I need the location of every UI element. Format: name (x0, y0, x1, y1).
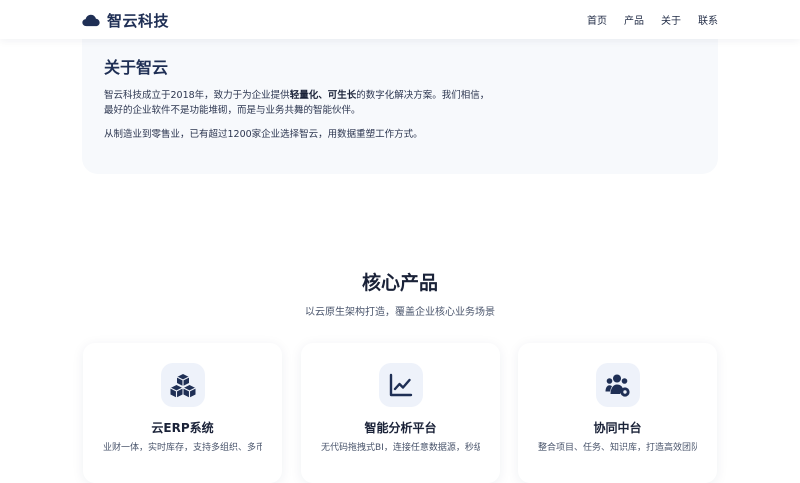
product-card-desc: 无代码拖拽式BI，连接任意数据源，秒级洞 (321, 443, 480, 453)
about-p1-part-a: 智云科技成立于2018年，致力于为企业提供 (104, 90, 290, 101)
nav-about[interactable]: 关于 (661, 12, 681, 27)
logo-text: 智云科技 (107, 11, 170, 30)
about-section: 关于智云 智云科技成立于2018年，致力于为企业提供轻量化、可生长的数字化解决方… (82, 30, 718, 174)
product-icon-wrap (596, 363, 640, 407)
nav-home[interactable]: 首页 (587, 12, 607, 27)
site-header: 智云科技 首页 产品 关于 联系 (0, 0, 800, 39)
users-gear-icon (605, 374, 630, 397)
cubes-icon (170, 374, 196, 398)
nav-contact[interactable]: 联系 (698, 12, 718, 27)
about-paragraph-2: 从制造业到零售业，已有超过1200家企业选择智云，用数据重塑工作方式。 (104, 129, 423, 140)
product-card-desc: 业财一体，实时库存，支持多组织、多币 (103, 443, 262, 453)
chart-line-icon (389, 373, 413, 397)
product-icon-wrap (161, 363, 205, 407)
about-p1-highlight: 轻量化、可生长 (289, 90, 357, 101)
main-nav: 首页 产品 关于 联系 (587, 12, 718, 27)
about-title: 关于智云 (104, 58, 169, 77)
product-card-desc: 整合项目、任务、知识库，打造高效团队协 (538, 443, 697, 453)
product-card-title: 智能分析平台 (364, 421, 437, 435)
product-card-title: 协同中台 (593, 421, 642, 435)
about-p1-part-c: 最好的企业软件不是功能堆砌，而是与业务共舞的智能伙伴。 (104, 105, 361, 116)
about-p1-part-b: 的数字化解决方案。我们相信， (356, 90, 490, 101)
product-card-analytics[interactable]: 智能分析平台 无代码拖拽式BI，连接任意数据源，秒级洞 (301, 343, 500, 483)
about-paragraph-1: 智云科技成立于2018年，致力于为企业提供轻量化、可生长的数字化解决方案。我们相… (104, 88, 504, 118)
logo[interactable]: 智云科技 (82, 10, 169, 30)
product-card-collab[interactable]: 协同中台 整合项目、任务、知识库，打造高效团队协 (518, 343, 717, 483)
products-subtitle: 以云原生架构打造，覆盖企业核心业务场景 (305, 307, 495, 318)
nav-products[interactable]: 产品 (624, 12, 644, 27)
products-title: 核心产品 (361, 272, 438, 294)
product-icon-wrap (379, 363, 423, 407)
cloud-icon (82, 14, 100, 26)
product-card-erp[interactable]: 云ERP系统 业财一体，实时库存，支持多组织、多币 (83, 343, 282, 483)
product-card-title: 云ERP系统 (151, 421, 214, 435)
